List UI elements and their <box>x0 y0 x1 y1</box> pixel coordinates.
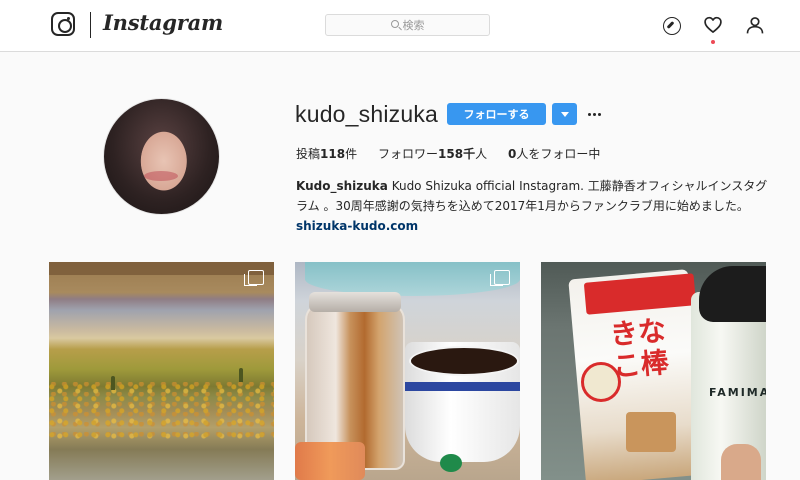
painting-tree <box>111 376 115 390</box>
instagram-wordmark[interactable]: Instagram <box>103 10 223 35</box>
search-input[interactable]: 検索 <box>325 14 490 36</box>
thumb <box>721 444 761 480</box>
posts-count: 投稿118件 <box>296 147 358 161</box>
glass-plate <box>305 262 520 296</box>
painting-flowers <box>49 382 274 442</box>
profile-icon[interactable] <box>745 15 765 35</box>
snack-bar <box>626 412 676 452</box>
bio-name: Kudo_shizuka <box>296 179 388 193</box>
painting-tree <box>239 368 243 382</box>
profile-username: kudo_shizuka <box>295 101 439 127</box>
explore-compass-icon[interactable] <box>663 17 681 35</box>
coffee-cup <box>405 342 520 462</box>
instagram-logo-icon[interactable] <box>51 12 75 36</box>
candy <box>295 442 365 480</box>
following-count[interactable]: 0人をフォロー中 <box>508 145 600 162</box>
top-nav: Instagram 検索 <box>0 0 800 52</box>
snack-label: きなこ棒 <box>608 313 671 384</box>
followers-count[interactable]: フォロワー158千人 <box>378 145 487 162</box>
suggestions-dropdown-button[interactable] <box>552 103 577 125</box>
multiple-photos-icon <box>490 270 510 286</box>
bio-website-link[interactable]: shizuka-kudo.com <box>296 219 418 233</box>
post-thumbnail[interactable] <box>49 262 274 480</box>
post-thumbnail[interactable]: きなこ棒 FAMIMA <box>541 262 766 480</box>
cup-dot <box>440 454 462 472</box>
jar-lid <box>309 292 401 312</box>
cup-lid <box>699 266 766 322</box>
more-options-icon[interactable] <box>585 104 603 124</box>
profile-bio: Kudo_shizuka Kudo Shizuka official Insta… <box>296 176 776 236</box>
follow-button[interactable]: フォローする <box>447 103 546 125</box>
notification-dot <box>711 40 715 44</box>
heart-icon[interactable] <box>703 15 723 35</box>
multiple-photos-icon <box>244 270 264 286</box>
search-icon <box>390 20 399 28</box>
dropdown-caret-icon <box>560 111 569 117</box>
profile-avatar[interactable] <box>103 98 220 215</box>
post-thumbnail[interactable] <box>295 262 520 480</box>
search-placeholder: 検索 <box>402 19 425 32</box>
logo-divider <box>90 12 91 38</box>
cup-text: FAMIMA <box>709 386 766 399</box>
